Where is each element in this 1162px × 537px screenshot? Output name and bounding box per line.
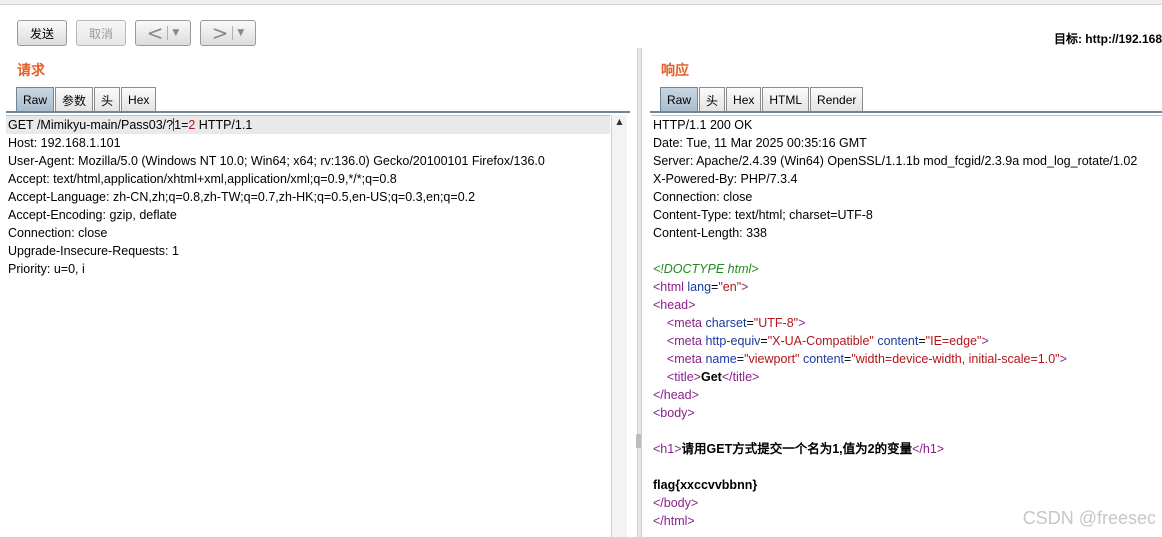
response-header-line: Content-Length: 338 xyxy=(653,226,767,240)
attr-name: name xyxy=(705,352,737,366)
response-tabs: Raw 头 Hex HTML Render xyxy=(660,87,864,112)
tag-end: > xyxy=(1059,352,1067,366)
button-separator xyxy=(167,26,169,40)
request-tab-raw[interactable]: Raw xyxy=(16,87,55,112)
tag-name: <head> xyxy=(653,298,696,312)
splitter-grip-icon[interactable] xyxy=(636,434,641,448)
response-tab-raw[interactable]: Raw xyxy=(660,87,699,112)
tag-name: </body> xyxy=(653,496,699,510)
attr-value: "viewport" xyxy=(744,352,800,366)
head-open-line: <head> xyxy=(651,296,1162,314)
meta-line: <meta http-equiv="X-UA-Compatible" conte… xyxy=(666,334,989,348)
chevron-left-icon: < xyxy=(146,21,164,45)
head-close-line: </head> xyxy=(651,386,1162,404)
response-title: 响应 xyxy=(661,63,689,79)
attr-value: "UTF-8" xyxy=(753,316,799,330)
tag-name: </html> xyxy=(653,514,695,528)
scroll-up-arrow-icon[interactable]: ▲ xyxy=(612,117,627,126)
request-header-line: Accept-Language: zh-CN,zh;q=0.8,zh-TW;q=… xyxy=(8,190,476,204)
request-header-line: Priority: u=0, i xyxy=(8,262,85,276)
cancel-button[interactable]: 取消 xyxy=(76,20,126,46)
response-tab-render[interactable]: Render xyxy=(810,87,864,112)
html-doctype-line: <!DOCTYPE html> xyxy=(651,260,1162,278)
request-scrollbar[interactable]: ▲ xyxy=(611,115,627,537)
title-text: Get xyxy=(700,370,722,384)
chevron-right-icon: > xyxy=(211,21,229,45)
doctype-text: <!DOCTYPE html> xyxy=(653,262,759,276)
title-line: <title>Get</title> xyxy=(651,368,1162,386)
attr-name: lang xyxy=(687,280,712,294)
request-header-line: Connection: close xyxy=(8,226,108,240)
request-tab-params[interactable]: 参数 xyxy=(55,87,94,112)
tag-name: <meta xyxy=(666,316,702,330)
request-header-line: User-Agent: Mozilla/5.0 (Windows NT 10.0… xyxy=(8,154,545,168)
tag-end: > xyxy=(741,280,749,294)
tag-name: <meta xyxy=(666,334,702,348)
tag-end: > xyxy=(981,334,989,348)
html-open-line: <html lang="en"> xyxy=(653,280,749,294)
tag-end: > xyxy=(798,316,806,330)
response-header-line: Server: Apache/2.4.39 (Win64) OpenSSL/1.… xyxy=(653,154,1138,168)
meta-line: <meta name="viewport" content="width=dev… xyxy=(666,352,1067,366)
response-header-line: HTTP/1.1 200 OK xyxy=(653,118,753,132)
h1-text: 请用GET方式提交一个名为1,值为2的变量 xyxy=(681,442,913,456)
watermark: CSDN @freesec xyxy=(1022,508,1156,528)
request-header-line: Host: 192.168.1.101 xyxy=(8,136,121,150)
request-tab-headers[interactable]: 头 xyxy=(94,87,121,112)
back-button[interactable]: < ▼ xyxy=(135,20,191,46)
forward-button[interactable]: > ▼ xyxy=(200,20,256,46)
response-header-line: Date: Tue, 11 Mar 2025 00:35:16 GMT xyxy=(653,136,867,150)
response-tab-html[interactable]: HTML xyxy=(762,87,810,112)
tag-name: <meta xyxy=(666,352,702,366)
response-tab-hex[interactable]: Hex xyxy=(726,87,762,112)
chevron-down-icon: ▼ xyxy=(172,28,180,38)
attr-value: "IE=edge" xyxy=(925,334,982,348)
response-header-line: X-Powered-By: PHP/7.3.4 xyxy=(653,172,798,186)
attr-name: content xyxy=(802,352,844,366)
attr-name: http-equiv xyxy=(705,334,761,348)
button-separator xyxy=(232,26,234,40)
request-header-line: Accept-Encoding: gzip, deflate xyxy=(8,208,177,222)
response-tab-headers[interactable]: 头 xyxy=(699,87,726,112)
attr-value: "width=device-width, initial-scale=1.0" xyxy=(851,352,1060,366)
request-line-text: GET /Mimikyu-main/Pass03/? xyxy=(8,118,174,132)
tag-name: </h1> xyxy=(912,442,945,456)
request-protocol: HTTP/1.1 xyxy=(195,118,253,132)
request-tab-underline xyxy=(6,111,630,113)
request-title: 请求 xyxy=(17,63,45,79)
attr-name: content xyxy=(877,334,919,348)
response-editor[interactable]: HTTP/1.1 200 OK Date: Tue, 11 Mar 2025 0… xyxy=(651,115,1162,537)
request-tab-hex[interactable]: Hex xyxy=(121,87,157,112)
request-tabs: Raw 参数 头 Hex xyxy=(16,87,157,112)
meta-line: <meta charset="UTF-8"> xyxy=(666,316,806,330)
toolbar: 发送 取消 < ▼ > ▼ 目标: http://192.168 xyxy=(0,5,1162,49)
request-header-line: Upgrade-Insecure-Requests: 1 xyxy=(8,244,179,258)
send-button[interactable]: 发送 xyxy=(17,20,67,46)
chevron-down-icon: ▼ xyxy=(237,28,245,38)
target-label[interactable]: 目标: http://192.168 xyxy=(1054,30,1162,47)
tag-name: <h1> xyxy=(653,442,682,456)
request-header-line: Accept: text/html,application/xhtml+xml,… xyxy=(8,172,397,186)
attr-name: charset xyxy=(705,316,747,330)
response-header-line: Connection: close xyxy=(653,190,753,204)
request-editor[interactable]: GET /Mimikyu-main/Pass03/?1=2 HTTP/1.1 H… xyxy=(6,115,610,537)
response-tab-underline xyxy=(650,111,1162,113)
tag-name: </head> xyxy=(653,388,699,402)
body-open-line: <body> xyxy=(651,404,1162,422)
flag-line: flag{xxccvvbbnn} xyxy=(653,478,758,492)
tag-name: <title> xyxy=(666,370,701,384)
tag-name: <body> xyxy=(653,406,695,420)
request-line: GET /Mimikyu-main/Pass03/?1=2 HTTP/1.1 xyxy=(6,116,610,134)
tag-name: </title> xyxy=(721,370,760,384)
pane-splitter[interactable] xyxy=(637,48,642,537)
attr-value: "en" xyxy=(718,280,742,294)
response-header-line: Content-Type: text/html; charset=UTF-8 xyxy=(653,208,873,222)
tag-name: <html xyxy=(653,280,684,294)
h1-line: <h1>请用GET方式提交一个名为1,值为2的变量</h1> xyxy=(651,440,1162,458)
attr-value: "X-UA-Compatible" xyxy=(767,334,874,348)
